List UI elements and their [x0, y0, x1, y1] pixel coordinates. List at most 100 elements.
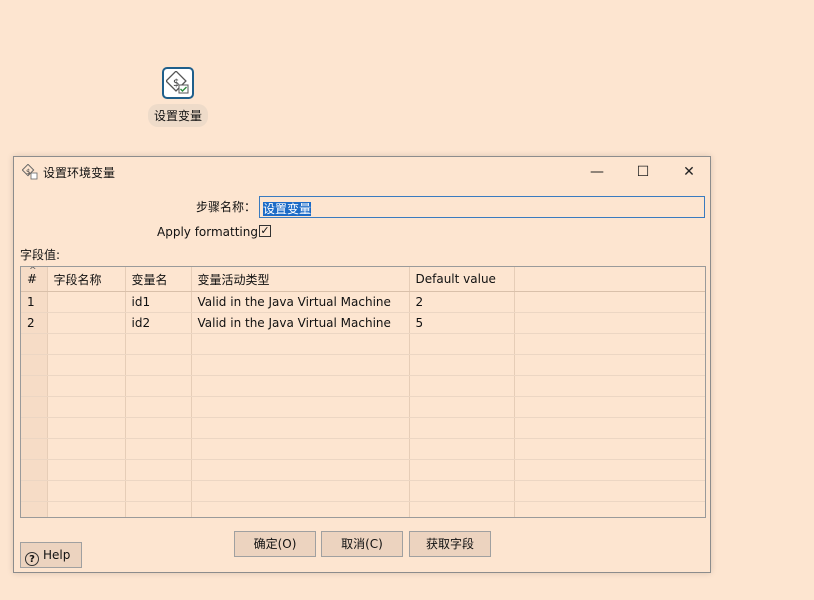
table-cell[interactable]: 2	[409, 291, 515, 313]
column-header-empty	[514, 267, 705, 292]
table-cell[interactable]: Valid in the Java Virtual Machine	[191, 312, 410, 334]
table-cell[interactable]	[514, 501, 705, 517]
maximize-button[interactable]: ☐	[620, 157, 666, 187]
canvas-step-set-variables[interactable]: $ 设置变量	[146, 67, 210, 127]
table-cell[interactable]	[191, 480, 410, 502]
table-cell[interactable]	[409, 480, 515, 502]
ok-button[interactable]: 确定(O)	[234, 531, 316, 557]
table-cell	[21, 354, 48, 376]
close-button[interactable]: ✕	[666, 157, 712, 187]
table-cell[interactable]	[409, 354, 515, 376]
table-row[interactable]	[21, 375, 705, 397]
table-cell[interactable]	[125, 501, 192, 517]
table-row[interactable]	[21, 354, 705, 376]
minimize-button[interactable]: —	[574, 157, 620, 187]
set-environment-variables-dialog: $ 设置环境变量 — ☐ ✕ 步骤名称： 设置变量 Apply formatti…	[13, 156, 711, 573]
dialog-title-icon: $	[21, 163, 38, 183]
table-row[interactable]	[21, 459, 705, 481]
table-cell[interactable]	[191, 438, 410, 460]
table-cell[interactable]	[191, 333, 410, 355]
table-cell[interactable]	[47, 396, 126, 418]
dialog-titlebar[interactable]: $ 设置环境变量 — ☐ ✕	[14, 157, 710, 187]
table-cell	[21, 333, 48, 355]
table-cell[interactable]	[514, 459, 705, 481]
table-cell[interactable]	[514, 480, 705, 502]
help-button[interactable]: ? Help	[20, 542, 82, 568]
table-cell[interactable]	[125, 333, 192, 355]
table-cell[interactable]	[514, 354, 705, 376]
table-cell[interactable]	[409, 417, 515, 439]
svg-text:$: $	[26, 168, 30, 176]
table-row[interactable]	[21, 417, 705, 439]
table-cell[interactable]	[47, 417, 126, 439]
checkmark-icon: ✓	[260, 224, 270, 237]
table-cell[interactable]	[125, 459, 192, 481]
table-cell[interactable]	[125, 480, 192, 502]
table-cell[interactable]	[514, 291, 705, 313]
table-cell[interactable]	[47, 480, 126, 502]
table-cell[interactable]	[125, 438, 192, 460]
minimize-icon: —	[590, 164, 604, 180]
table-cell[interactable]	[409, 375, 515, 397]
table-cell[interactable]: 5	[409, 312, 515, 334]
fields-label: 字段值:	[20, 248, 61, 262]
table-cell[interactable]	[191, 417, 410, 439]
table-header-row: ^ # 字段名称 变量名 变量活动类型 Default value	[21, 267, 705, 292]
table-cell[interactable]: id1	[125, 291, 192, 313]
table-cell[interactable]	[191, 396, 410, 418]
table-row[interactable]	[21, 501, 705, 517]
column-header-variable-name[interactable]: 变量名	[125, 267, 192, 292]
table-cell[interactable]	[125, 354, 192, 376]
table-cell[interactable]	[47, 438, 126, 460]
table-cell[interactable]	[47, 333, 126, 355]
table-cell[interactable]	[409, 396, 515, 418]
table-cell[interactable]	[514, 312, 705, 334]
table-cell	[21, 417, 48, 439]
table-cell[interactable]	[191, 459, 410, 481]
table-cell[interactable]	[47, 375, 126, 397]
step-name-input[interactable]: 设置变量	[259, 196, 705, 218]
table-cell[interactable]	[47, 312, 126, 334]
step-name-value: 设置变量	[263, 202, 312, 216]
table-cell[interactable]	[514, 375, 705, 397]
table-cell[interactable]	[409, 333, 515, 355]
sort-caret-icon: ^	[29, 267, 37, 276]
fields-table[interactable]: ^ # 字段名称 变量名 变量活动类型 Default value 1 id1 Val…	[20, 266, 706, 518]
table-cell[interactable]	[514, 417, 705, 439]
get-fields-button[interactable]: 获取字段	[409, 531, 491, 557]
column-header-default-value[interactable]: Default value	[409, 267, 515, 292]
table-cell: 2	[21, 312, 48, 334]
table-cell[interactable]	[514, 438, 705, 460]
help-label: Help	[43, 548, 71, 562]
table-cell[interactable]	[125, 417, 192, 439]
table-cell[interactable]	[191, 501, 410, 517]
column-header-number[interactable]: ^ #	[21, 267, 48, 292]
table-cell[interactable]	[47, 354, 126, 376]
table-cell[interactable]	[409, 501, 515, 517]
table-cell[interactable]	[47, 459, 126, 481]
table-cell[interactable]	[514, 396, 705, 418]
table-row[interactable]: 1 id1 Valid in the Java Virtual Machine 2	[21, 291, 705, 313]
table-cell[interactable]	[47, 501, 126, 517]
table-cell[interactable]	[191, 375, 410, 397]
svg-text:$: $	[173, 78, 179, 89]
step-name-label: 步骤名称：	[196, 200, 257, 214]
column-header-variable-scope[interactable]: 变量活动类型	[191, 267, 410, 292]
table-row[interactable]: 2 id2 Valid in the Java Virtual Machine 5	[21, 312, 705, 334]
table-cell[interactable]	[125, 396, 192, 418]
table-row[interactable]	[21, 396, 705, 418]
column-header-field-name[interactable]: 字段名称	[47, 267, 126, 292]
table-cell[interactable]: id2	[125, 312, 192, 334]
table-cell[interactable]	[409, 459, 515, 481]
table-cell[interactable]	[47, 291, 126, 313]
table-row[interactable]	[21, 333, 705, 355]
table-cell[interactable]: Valid in the Java Virtual Machine	[191, 291, 410, 313]
cancel-button[interactable]: 取消(C)	[321, 531, 403, 557]
table-cell[interactable]	[514, 333, 705, 355]
table-cell[interactable]	[125, 375, 192, 397]
table-cell[interactable]	[409, 438, 515, 460]
apply-formatting-checkbox[interactable]: ✓	[259, 225, 271, 237]
table-row[interactable]	[21, 438, 705, 460]
table-cell[interactable]	[191, 354, 410, 376]
table-row[interactable]	[21, 480, 705, 502]
